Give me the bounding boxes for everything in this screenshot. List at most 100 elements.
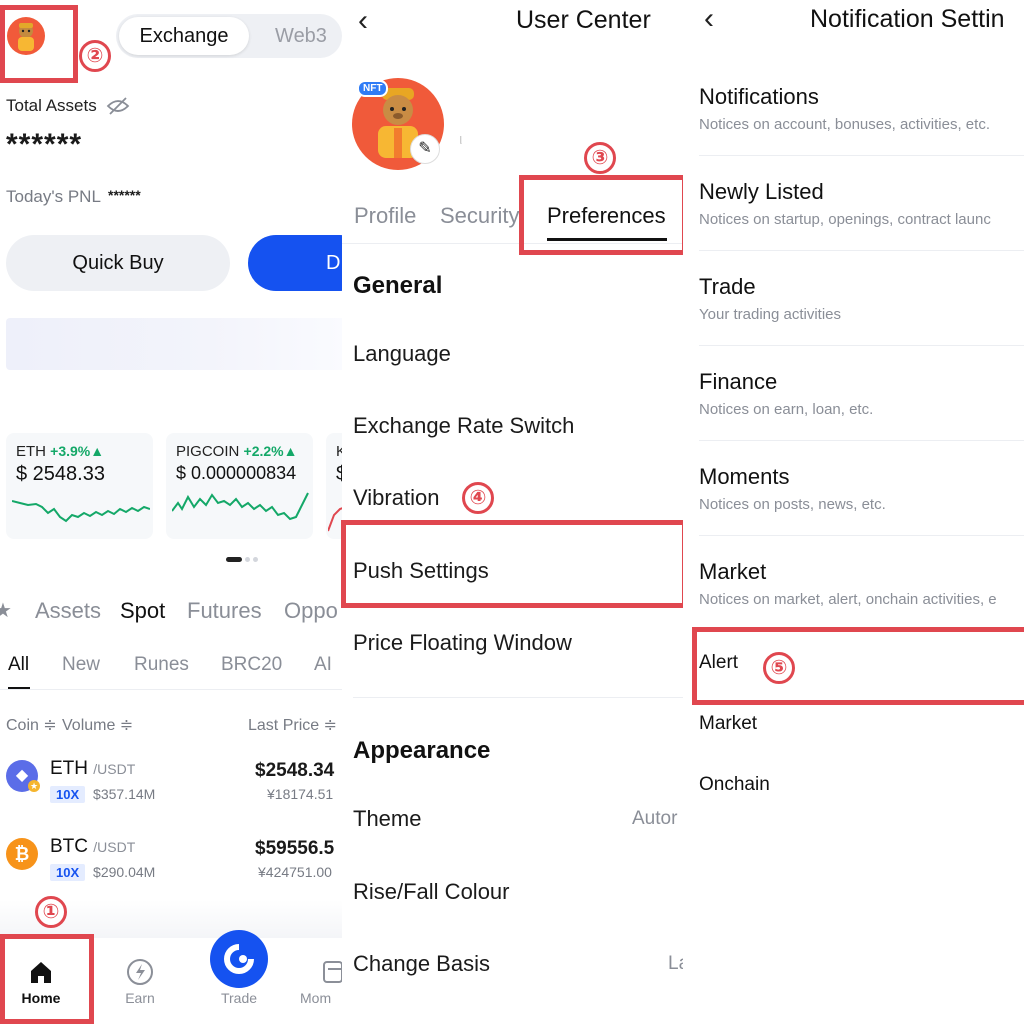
deposit-button[interactable]: D [248, 235, 342, 291]
sparkline-pigcoin [172, 492, 309, 521]
annotation-badge-3: ③ [584, 142, 616, 174]
back-arrow-icon[interactable]: ‹ [358, 6, 368, 36]
notif-item-subtitle: Notices on account, bonuses, activities,… [699, 116, 990, 133]
star-badge-icon: ★ [28, 780, 40, 792]
annotation-box-3 [519, 175, 687, 255]
page-title: Notification Settin [810, 5, 1005, 33]
coin-volume: $290.04M [93, 864, 156, 880]
filter-all[interactable]: All [8, 654, 29, 676]
filter-runes[interactable]: Runes [134, 654, 189, 676]
column-coin[interactable]: Coin ≑ [6, 715, 57, 735]
card-change: +3.9%▲ [50, 443, 105, 459]
annotation-badge-2: ② [79, 40, 111, 72]
filter-brc20[interactable]: BRC20 [221, 654, 282, 676]
market-tab-oppo[interactable]: Oppo [284, 598, 338, 624]
menu-language[interactable]: Language [353, 341, 451, 367]
price-card-eth[interactable]: ETH +3.9%▲ $ 2548.33 [6, 433, 153, 539]
back-arrow-icon[interactable]: ‹ [704, 4, 714, 34]
table-row[interactable]: ◆ ★ ETH /USDT 10X $357.14M $2548.34 ¥181… [0, 750, 342, 812]
column-last-price[interactable]: Last Price ≑ [248, 715, 337, 735]
favorites-star-icon[interactable]: ★ [0, 598, 12, 623]
menu-exchange-rate-switch[interactable]: Exchange Rate Switch [353, 413, 574, 439]
row-divider [699, 440, 1024, 441]
market-tab-assets[interactable]: Assets [35, 598, 101, 624]
notif-item-subtitle: Notices on earn, loan, etc. [699, 401, 874, 418]
web3-tab[interactable]: Web3 [256, 17, 342, 55]
coin-quote: /USDT [93, 761, 136, 777]
moments-icon[interactable] [322, 958, 342, 986]
menu-rise-fall-colour[interactable]: Rise/Fall Colour [353, 879, 510, 905]
nav-trade[interactable]: Trade [204, 990, 274, 1006]
price-card-partial[interactable]: K $ [326, 433, 342, 539]
annotation-box-1 [0, 934, 94, 1024]
annotation-box-2 [0, 5, 78, 83]
notif-item-subtitle: Notices on posts, news, etc. [699, 496, 886, 513]
card-change: +2.2%▲ [243, 443, 298, 459]
bitcoin-icon: ₿ [6, 838, 38, 870]
coin-fiat: ¥424751.00 [258, 864, 332, 880]
row-divider [699, 155, 1024, 156]
trade-icon[interactable] [210, 930, 268, 988]
page-title: User Center [516, 6, 651, 34]
notif-item-subtitle: Notices on startup, openings, contract l… [699, 211, 991, 228]
notif-sub-market[interactable]: Market [699, 713, 757, 735]
price-card-pigcoin[interactable]: PIGCOIN +2.2%▲ $ 0.000000834 [166, 433, 313, 539]
card-symbol: PIGCOIN [176, 443, 240, 460]
menu-change-basis[interactable]: Change Basis [353, 951, 490, 977]
card-symbol: ETH [16, 443, 46, 460]
coin-base: BTC [50, 836, 88, 857]
row-divider [699, 535, 1024, 536]
home-screen: Exchange Web3 Total Assets ****** Today'… [0, 0, 342, 1024]
edit-pencil-icon[interactable]: ✎ [410, 134, 440, 164]
tab-security[interactable]: Security [440, 203, 524, 229]
nav-moments[interactable]: Mom [300, 990, 342, 1006]
column-volume[interactable]: Volume ≑ [62, 715, 133, 735]
promo-banner[interactable] [6, 318, 342, 370]
pnl-value: ****** [108, 187, 141, 203]
market-tab-spot[interactable]: Spot [120, 598, 165, 624]
pnl-label: Today's PNL [6, 187, 101, 206]
coin-volume: $357.14M [93, 786, 156, 802]
card-price: $ 2548.33 [16, 463, 105, 485]
nft-badge: NFT [357, 80, 389, 97]
coin-price: $59556.5 [255, 838, 335, 859]
notif-item-title[interactable]: Newly Listed [699, 179, 824, 205]
quick-buy-button[interactable]: Quick Buy [6, 235, 230, 291]
general-heading: General [353, 272, 443, 299]
coin-base: ETH [50, 758, 88, 779]
earn-icon[interactable] [126, 958, 154, 986]
notif-item-title[interactable]: Notifications [699, 84, 819, 110]
notif-item-title[interactable]: Market [699, 559, 766, 585]
annotation-box-5 [692, 627, 1024, 705]
username-placeholder: ι [459, 131, 463, 148]
annotation-box-4 [341, 520, 687, 608]
market-tab-futures[interactable]: Futures [187, 598, 262, 624]
row-divider [699, 250, 1024, 251]
table-row[interactable]: ₿ BTC /USDT 10X $290.04M $59556.5 ¥42475… [0, 828, 342, 890]
menu-theme[interactable]: Theme [353, 806, 421, 832]
leverage-badge: 10X [50, 864, 86, 881]
sparkline-partial [328, 507, 342, 532]
hide-balance-icon[interactable] [106, 96, 130, 116]
coin-quote: /USDT [93, 839, 136, 855]
annotation-badge-5: ⑤ [763, 652, 795, 684]
notif-item-title[interactable]: Moments [699, 464, 789, 490]
annotation-badge-4: ④ [462, 482, 494, 514]
exchange-tab[interactable]: Exchange [119, 17, 249, 55]
filter-new[interactable]: New [62, 654, 100, 676]
change-basis-value: La [668, 953, 683, 974]
exchange-web3-switch[interactable]: Exchange Web3 [116, 14, 342, 58]
notif-sub-onchain[interactable]: Onchain [699, 774, 770, 796]
menu-price-floating-window[interactable]: Price Floating Window [353, 630, 572, 656]
total-assets-label: Total Assets [6, 96, 97, 115]
filter-divider [0, 689, 342, 690]
tab-profile[interactable]: Profile [354, 203, 416, 229]
notif-item-title[interactable]: Finance [699, 369, 777, 395]
nav-earn[interactable]: Earn [105, 990, 175, 1006]
total-assets-value: ****** [6, 128, 83, 161]
row-divider [699, 345, 1024, 346]
notif-item-title[interactable]: Trade [699, 274, 756, 300]
filter-ai[interactable]: AI [314, 654, 332, 676]
notif-item-subtitle: Your trading activities [699, 306, 842, 323]
menu-vibration[interactable]: Vibration [353, 485, 439, 511]
